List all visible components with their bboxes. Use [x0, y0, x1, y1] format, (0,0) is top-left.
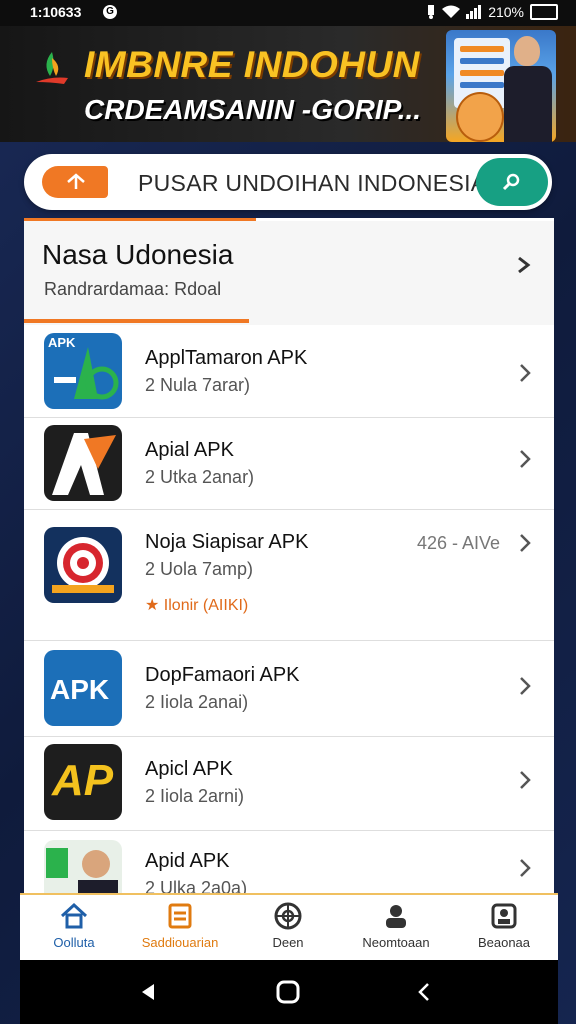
app-icon [44, 425, 122, 501]
promo-person [504, 66, 552, 142]
header-banner[interactable]: IMBNRE INDOHUN CRDEAMSANIN -GORIP... [0, 26, 576, 142]
nav-category[interactable]: Saddiouarian [130, 901, 230, 959]
brand-logo-icon [36, 52, 68, 84]
category-icon [168, 903, 192, 929]
app-meta: 2 Utka 2anar) [145, 467, 255, 487]
search-brand-icon [42, 166, 108, 198]
app-icon: APK [44, 650, 122, 726]
chevron-right-icon [520, 534, 531, 552]
status-icons: 210% [426, 4, 558, 20]
nav-discover[interactable]: Deen [238, 901, 338, 959]
list-item[interactable]: Apial APK 2 Utka 2anar) [24, 417, 554, 510]
section-subtitle: Randrardamaa: Rdoal [44, 279, 222, 299]
status-bar: 1:10633 G 210% [0, 0, 576, 26]
user-group-icon [386, 905, 406, 928]
banner-promo-image [446, 30, 556, 142]
back-triangle-icon[interactable] [140, 982, 158, 1002]
list-item[interactable]: APK DopFamaori APK 2 Iiola 2anai) [24, 640, 554, 737]
chevron-left-icon[interactable] [416, 982, 432, 1002]
app-list-card: Nasa Udonesia Randrardamaa: Rdoal APK Ap… [24, 218, 554, 894]
system-navigation-bar [20, 960, 558, 1024]
app-meta: 2 Iiola 2arni) [145, 786, 245, 806]
app-name: ApplTamaron APK [145, 347, 308, 369]
nav-category-label: Saddiouarian [141, 935, 219, 950]
chevron-right-icon [520, 364, 531, 382]
app-icon [44, 840, 122, 894]
nav-home[interactable]: Oolluta [24, 901, 124, 959]
promo-person-head [514, 36, 540, 66]
home-icon [60, 902, 88, 929]
list-item[interactable]: Apid APK 2 Ulka 2a0a) [24, 830, 554, 894]
notification-icon: G [103, 5, 117, 19]
nav-notifications-label: Neomtoaan [362, 935, 430, 950]
promo-mascot [456, 92, 504, 142]
wifi-icon [442, 5, 461, 18]
app-meta: 2 Uola 7amp) [145, 559, 254, 579]
app-badge: ★ Ilonir (AIIKI) [145, 595, 248, 615]
app-icon: AP [44, 744, 122, 820]
chevron-right-icon [520, 450, 531, 468]
app-badge-label: Ilonir (AIIKI) [163, 597, 249, 614]
section-title: Nasa Udonesia [42, 239, 234, 270]
list-item[interactable]: AP Apicl APK 2 Iiola 2arni) [24, 736, 554, 831]
app-name: Apid APK [145, 850, 230, 872]
app-meta: 2 Ulka 2a0a) [145, 878, 248, 894]
app-name: Apial APK [145, 439, 234, 461]
list-item[interactable]: APK ApplTamaron APK 2 Nula 7arar) [24, 325, 554, 418]
section-header[interactable]: Nasa Udonesia Randrardamaa: Rdoal [24, 221, 554, 325]
app-name: Noja Siapisar APK [145, 531, 309, 553]
status-time: 1:10633 [30, 4, 82, 20]
app-name: Apicl APK [145, 758, 233, 780]
nav-home-label: Oolluta [53, 935, 95, 950]
chevron-right-icon [520, 771, 531, 789]
nav-discover-label: Deen [272, 935, 304, 950]
nav-profile-label: Beaonaa [477, 935, 531, 950]
banner-subtitle: CRDEAMSANIN -GORIP... [84, 94, 422, 125]
chevron-right-icon [520, 859, 531, 877]
star-icon: ★ [145, 597, 160, 614]
app-name: DopFamaori APK [145, 664, 300, 686]
alarm-icon [428, 5, 435, 19]
app-meta: 2 Iiola 2anai) [145, 692, 249, 712]
profile-icon [491, 903, 517, 929]
app-icon: APK [44, 333, 122, 409]
nav-notifications[interactable]: Neomtoaan [344, 901, 448, 959]
battery-icon [530, 4, 558, 20]
chevron-right-icon [520, 677, 531, 695]
battery-percent: 210% [488, 4, 524, 20]
signal-icon [466, 5, 482, 19]
compass-icon [274, 902, 302, 930]
section-progress-bar [24, 319, 249, 323]
app-icon [44, 527, 122, 603]
nav-profile[interactable]: Beaonaa [454, 901, 554, 959]
search-button[interactable] [476, 158, 548, 206]
banner-title: IMBNRE INDOHUN [84, 44, 420, 85]
app-rating: 426 - AIVe [417, 533, 501, 553]
app-meta: 2 Nula 7arar) [145, 375, 251, 395]
app-icon-label: AP [52, 756, 114, 805]
search-input[interactable]: PUSAR UNDOIHAN INDONESIA [138, 170, 486, 197]
search-bar[interactable]: PUSAR UNDOIHAN INDONESIA [24, 154, 552, 210]
bottom-navigation: Oolluta Saddiouarian Deen Neomtoaan Beao… [20, 893, 558, 961]
search-icon [502, 173, 520, 191]
home-circle-icon[interactable] [276, 980, 300, 1004]
chevron-right-icon[interactable] [514, 255, 534, 275]
list-item[interactable]: Noja Siapisar APK 426 - AIVe 2 Uola 7amp… [24, 509, 554, 641]
app-icon-label: APK [50, 674, 110, 705]
